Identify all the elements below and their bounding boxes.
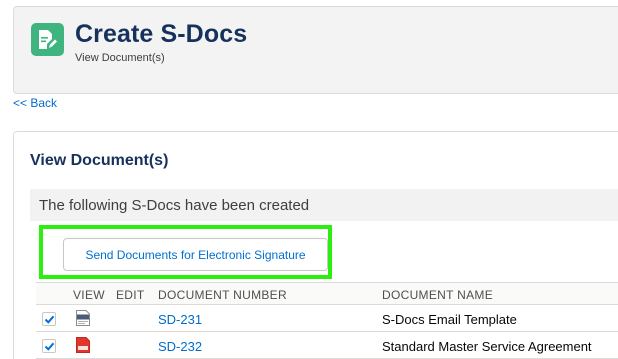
send-for-signature-button[interactable]: Send Documents for Electronic Signature: [63, 238, 328, 271]
documents-table: VIEW EDIT DOCUMENT NUMBER DOCUMENT NAME …: [36, 282, 618, 359]
document-number-link[interactable]: SD-232: [158, 339, 202, 354]
page-title: Create S-Docs: [75, 20, 248, 48]
document-name: S-Docs Email Template: [382, 312, 517, 327]
page-subtitle: View Document(s): [75, 52, 165, 64]
html-file-icon[interactable]: [76, 310, 90, 331]
panel-title: View Document(s): [30, 152, 169, 169]
checkmark-icon: [44, 315, 55, 324]
created-message: The following S-Docs have been created: [39, 197, 310, 214]
column-header-document-number[interactable]: DOCUMENT NUMBER: [158, 288, 287, 302]
send-button-highlight: Send Documents for Electronic Signature: [39, 225, 332, 279]
checkmark-icon: [44, 342, 55, 351]
document-number-link[interactable]: SD-231: [158, 312, 202, 327]
document-name: Standard Master Service Agreement: [382, 339, 592, 354]
view-documents-panel: View Document(s) The following S-Docs ha…: [13, 131, 618, 359]
column-header-view[interactable]: VIEW: [73, 288, 105, 302]
document-edit-icon: [31, 23, 64, 56]
row-checkbox[interactable]: [42, 312, 56, 326]
pdf-file-icon[interactable]: [76, 337, 90, 358]
page-header: Create S-Docs View Document(s): [13, 6, 618, 94]
row-checkbox[interactable]: [42, 339, 56, 353]
column-header-edit[interactable]: EDIT: [116, 288, 145, 302]
created-message-bar: The following S-Docs have been created: [30, 189, 618, 221]
column-header-document-name[interactable]: DOCUMENT NAME: [382, 288, 493, 302]
back-link[interactable]: << Back: [13, 96, 57, 110]
table-row: SD-232 Standard Master Service Agreement: [36, 332, 618, 359]
table-header: VIEW EDIT DOCUMENT NUMBER DOCUMENT NAME: [36, 282, 618, 305]
table-row: SD-231 S-Docs Email Template: [36, 305, 618, 332]
